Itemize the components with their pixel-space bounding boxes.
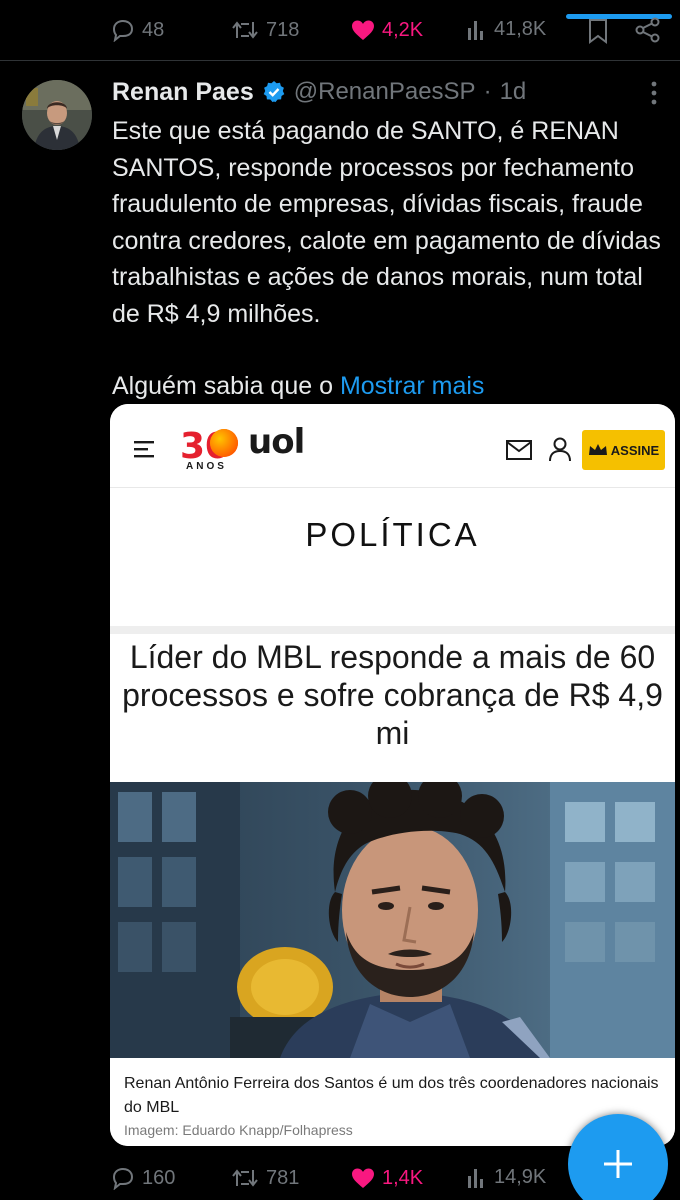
reply-count: 48 bbox=[142, 18, 165, 41]
repost-icon bbox=[232, 1169, 258, 1187]
repost-icon bbox=[232, 21, 258, 39]
portrait-photo bbox=[110, 782, 675, 1058]
photo-caption: Renan Antônio Ferreira dos Santos é um d… bbox=[124, 1075, 659, 1116]
share-action[interactable] bbox=[634, 16, 662, 44]
views-count: 14,9K bbox=[494, 1166, 547, 1188]
avatar[interactable] bbox=[22, 80, 92, 150]
reply-icon bbox=[112, 19, 134, 42]
previous-tweet-actions: 48 718 4,2K 41,8K bbox=[0, 0, 680, 60]
avatar-image bbox=[22, 80, 92, 150]
meta-separator: · bbox=[483, 78, 492, 105]
more-options-button[interactable] bbox=[650, 80, 658, 111]
user-icon bbox=[549, 437, 571, 462]
uol-brand: uol bbox=[248, 422, 305, 462]
plus-icon bbox=[604, 1150, 632, 1178]
like-action[interactable]: 1,4K bbox=[350, 1166, 423, 1190]
uol-header: 30 uol ANOS ASSINE bbox=[110, 404, 675, 488]
like-action[interactable]: 4,2K bbox=[350, 18, 423, 42]
repost-action[interactable]: 718 bbox=[230, 18, 299, 42]
repost-count: 781 bbox=[266, 1166, 300, 1189]
section-separator bbox=[110, 626, 675, 634]
tweet-media-image[interactable]: 30 uol ANOS ASSINE POLÍTICA Líder do MBL… bbox=[110, 404, 675, 1146]
tweet-paragraph-2-text: Alguém sabia que o bbox=[112, 372, 333, 400]
subscribe-button: ASSINE bbox=[582, 430, 665, 470]
views-chart-icon bbox=[468, 1168, 483, 1188]
views-action[interactable]: 14,9K bbox=[466, 1166, 546, 1189]
tweet-text: Este que está pagando de SANTO, é RENAN … bbox=[112, 113, 672, 405]
repost-count: 718 bbox=[266, 18, 300, 41]
tweet-time[interactable]: 1d bbox=[500, 78, 527, 106]
views-action[interactable]: 41,8K bbox=[466, 18, 546, 41]
hamburger-menu-icon bbox=[134, 441, 154, 458]
heart-filled-icon bbox=[352, 20, 374, 40]
reply-action[interactable]: 48 bbox=[110, 18, 164, 42]
bookmark-action[interactable] bbox=[586, 18, 610, 44]
tweet-divider bbox=[0, 60, 680, 61]
uol-30-logo-icon: 30 bbox=[180, 426, 238, 462]
like-count: 4,2K bbox=[382, 18, 424, 41]
bookmark-icon bbox=[589, 19, 607, 44]
mail-icon bbox=[506, 440, 532, 460]
tweet-paragraph-2: Alguém sabia que o Mostrar mais bbox=[112, 368, 672, 405]
reply-action[interactable]: 160 bbox=[110, 1166, 175, 1190]
views-chart-icon bbox=[468, 20, 483, 40]
views-count: 41,8K bbox=[494, 18, 547, 40]
section-title: POLÍTICA bbox=[305, 516, 480, 553]
author-handle[interactable]: @RenanPaesSP bbox=[294, 78, 476, 106]
tweet-screen: 48 718 4,2K 41,8K Renan Paes @RenanPaesS… bbox=[0, 0, 680, 1200]
like-count: 1,4K bbox=[382, 1166, 424, 1189]
more-vertical-icon bbox=[651, 81, 657, 105]
reply-count: 160 bbox=[142, 1166, 176, 1189]
tweet-header: Renan Paes @RenanPaesSP · 1d bbox=[112, 76, 526, 108]
author-name[interactable]: Renan Paes bbox=[112, 78, 254, 107]
verified-badge-icon bbox=[263, 81, 285, 103]
repost-action[interactable]: 781 bbox=[230, 1166, 299, 1190]
subscribe-label: ASSINE bbox=[610, 442, 660, 458]
heart-filled-icon bbox=[352, 1168, 374, 1188]
article-headline: Líder do MBL responde a mais de 60 proce… bbox=[122, 639, 663, 751]
show-more-link[interactable]: Mostrar mais bbox=[340, 372, 484, 400]
logo-anos: ANOS bbox=[186, 461, 227, 472]
article-photo bbox=[110, 782, 675, 1058]
tweet-paragraph: Este que está pagando de SANTO, é RENAN … bbox=[112, 117, 661, 328]
reply-icon bbox=[112, 1167, 134, 1190]
share-icon bbox=[635, 17, 660, 43]
crown-icon bbox=[588, 444, 607, 455]
